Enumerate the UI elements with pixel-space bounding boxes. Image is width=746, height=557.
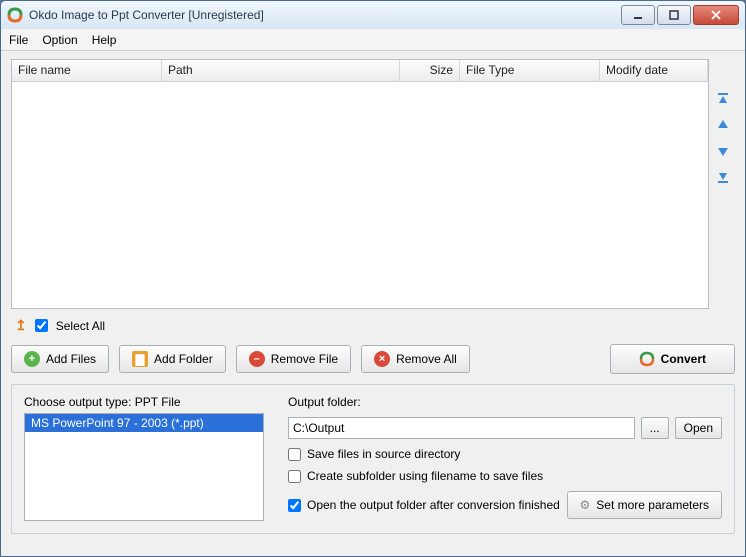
app-icon [7, 7, 23, 23]
up-folder-icon[interactable]: ↥ [15, 317, 27, 334]
browse-button[interactable]: ... [641, 417, 669, 439]
move-bottom-button[interactable] [713, 167, 733, 187]
maximize-button[interactable] [657, 5, 691, 25]
add-files-button[interactable]: + Add Files [11, 345, 109, 373]
app-window: Okdo Image to Ppt Converter [Unregistere… [0, 0, 746, 557]
create-subfolder-row: Create subfolder using filename to save … [288, 469, 722, 483]
action-row: + Add Files ▇ Add Folder – Remove File ×… [11, 340, 735, 378]
col-path[interactable]: Path [162, 60, 400, 81]
remove-all-icon: × [374, 351, 390, 367]
remove-icon: – [249, 351, 265, 367]
output-type-list[interactable]: MS PowerPoint 97 - 2003 (*.ppt) [24, 413, 264, 521]
output-folder-label: Output folder: [288, 395, 722, 409]
folder-icon: ▇ [132, 351, 148, 367]
col-filetype[interactable]: File Type [460, 60, 600, 81]
open-after-label: Open the output folder after conversion … [307, 498, 560, 512]
output-type-item[interactable]: MS PowerPoint 97 - 2003 (*.ppt) [25, 414, 263, 432]
create-subfolder-checkbox[interactable] [288, 470, 301, 483]
file-list[interactable]: File name Path Size File Type Modify dat… [11, 59, 709, 309]
titlebar[interactable]: Okdo Image to Ppt Converter [Unregistere… [1, 1, 745, 29]
select-all-checkbox[interactable] [35, 319, 48, 332]
window-controls [621, 5, 739, 25]
choose-output-label: Choose output type: PPT File [24, 395, 264, 409]
move-up-button[interactable] [713, 115, 733, 135]
file-list-wrap: File name Path Size File Type Modify dat… [11, 59, 735, 309]
save-source-label: Save files in source directory [307, 447, 460, 461]
convert-button[interactable]: Convert [610, 344, 735, 374]
minimize-button[interactable] [621, 5, 655, 25]
convert-icon [639, 351, 655, 367]
output-folder-row: ... Open [288, 417, 722, 439]
plus-icon: + [24, 351, 40, 367]
save-source-checkbox[interactable] [288, 448, 301, 461]
move-top-button[interactable] [713, 89, 733, 109]
open-folder-button[interactable]: Open [675, 417, 722, 439]
close-button[interactable] [693, 5, 739, 25]
remove-all-button[interactable]: × Remove All [361, 345, 470, 373]
output-folder-section: Output folder: ... Open Save files in so… [288, 395, 722, 521]
menu-option[interactable]: Option [42, 33, 77, 47]
window-title: Okdo Image to Ppt Converter [Unregistere… [29, 8, 621, 22]
set-more-parameters-button[interactable]: ⚙ Set more parameters [567, 491, 722, 519]
col-size[interactable]: Size [400, 60, 460, 81]
gear-icon: ⚙ [580, 498, 591, 512]
select-all-label: Select All [56, 319, 105, 333]
menubar: File Option Help [1, 29, 745, 51]
move-down-button[interactable] [713, 141, 733, 161]
col-filename[interactable]: File name [12, 60, 162, 81]
col-modify[interactable]: Modify date [600, 60, 708, 81]
select-all-row: ↥ Select All [11, 315, 735, 334]
create-subfolder-label: Create subfolder using filename to save … [307, 469, 543, 483]
save-source-row: Save files in source directory [288, 447, 722, 461]
menu-file[interactable]: File [9, 33, 28, 47]
open-after-checkbox[interactable] [288, 499, 301, 512]
client-area: File name Path Size File Type Modify dat… [1, 51, 745, 556]
output-folder-input[interactable] [288, 417, 635, 439]
output-panel: Choose output type: PPT File MS PowerPoi… [11, 384, 735, 534]
table-header: File name Path Size File Type Modify dat… [12, 60, 708, 82]
output-type-section: Choose output type: PPT File MS PowerPoi… [24, 395, 264, 521]
add-folder-button[interactable]: ▇ Add Folder [119, 345, 226, 373]
menu-help[interactable]: Help [92, 33, 117, 47]
bottom-row: Open the output folder after conversion … [288, 491, 722, 519]
reorder-rail [713, 59, 735, 309]
remove-file-button[interactable]: – Remove File [236, 345, 351, 373]
